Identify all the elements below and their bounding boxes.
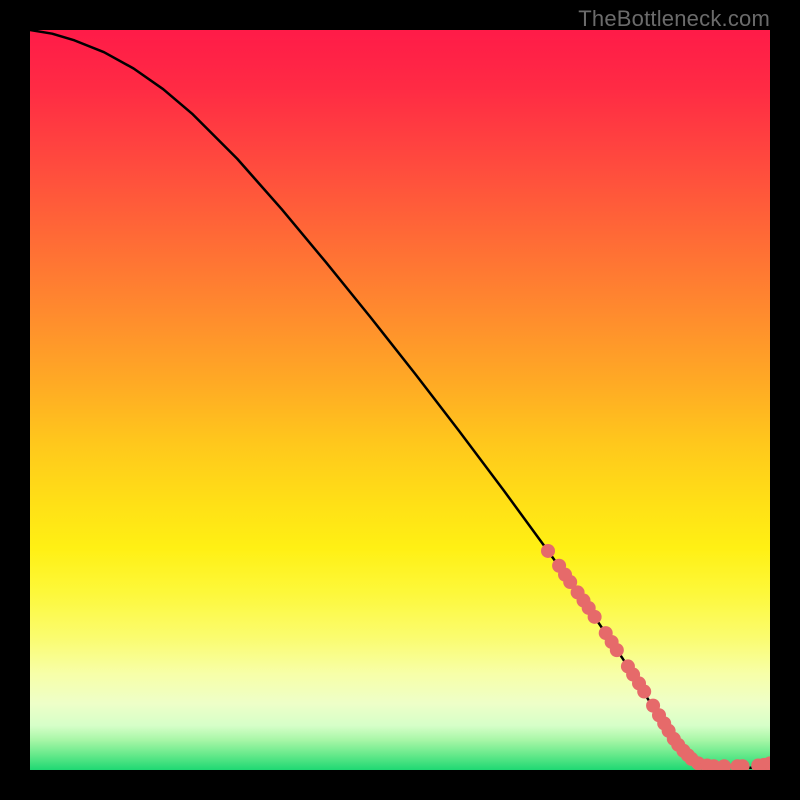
dots-series: [541, 544, 770, 770]
data-point: [588, 610, 602, 624]
chart-overlay: [30, 30, 770, 770]
data-point: [637, 685, 651, 699]
watermark-text: TheBottleneck.com: [578, 6, 770, 32]
data-point: [541, 544, 555, 558]
plot-area: [30, 30, 770, 770]
data-point: [610, 643, 624, 657]
data-point: [717, 759, 731, 770]
chart-stage: TheBottleneck.com: [0, 0, 800, 800]
curve-line: [30, 30, 770, 768]
